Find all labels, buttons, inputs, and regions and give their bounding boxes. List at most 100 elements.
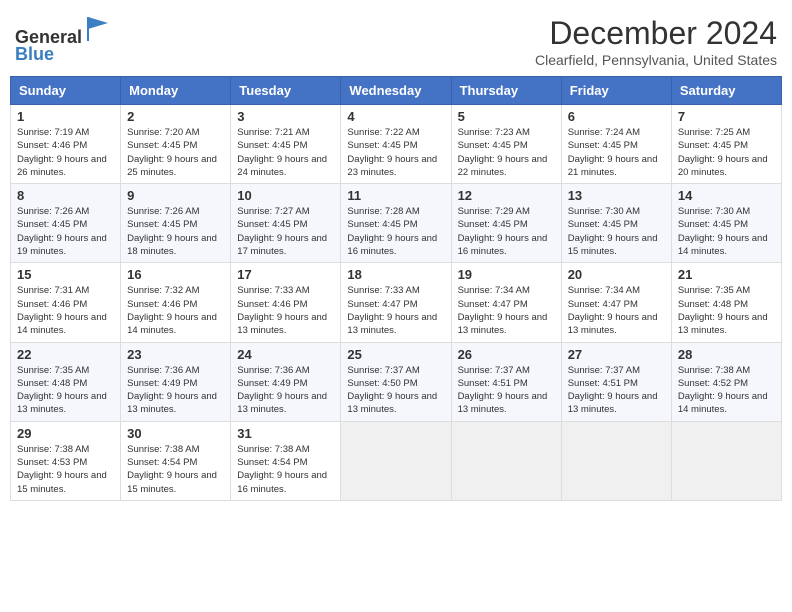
col-header-saturday: Saturday xyxy=(671,77,781,105)
day-number: 26 xyxy=(458,347,555,362)
day-number: 7 xyxy=(678,109,775,124)
day-info: Sunrise: 7:23 AMSunset: 4:45 PMDaylight:… xyxy=(458,126,555,179)
day-info: Sunrise: 7:24 AMSunset: 4:45 PMDaylight:… xyxy=(568,126,665,179)
calendar-cell: 12 Sunrise: 7:29 AMSunset: 4:45 PMDayligh… xyxy=(451,184,561,263)
calendar-cell: 14 Sunrise: 7:30 AMSunset: 4:45 PMDayligh… xyxy=(671,184,781,263)
day-info: Sunrise: 7:38 AMSunset: 4:54 PMDaylight:… xyxy=(127,443,224,496)
day-info: Sunrise: 7:34 AMSunset: 4:47 PMDaylight:… xyxy=(458,284,555,337)
day-info: Sunrise: 7:21 AMSunset: 4:45 PMDaylight:… xyxy=(237,126,334,179)
day-info: Sunrise: 7:30 AMSunset: 4:45 PMDaylight:… xyxy=(678,205,775,258)
day-number: 28 xyxy=(678,347,775,362)
calendar-cell: 11 Sunrise: 7:28 AMSunset: 4:45 PMDayligh… xyxy=(341,184,451,263)
day-info: Sunrise: 7:19 AMSunset: 4:46 PMDaylight:… xyxy=(17,126,114,179)
day-info: Sunrise: 7:35 AMSunset: 4:48 PMDaylight:… xyxy=(678,284,775,337)
calendar-cell: 20 Sunrise: 7:34 AMSunset: 4:47 PMDayligh… xyxy=(561,263,671,342)
day-number: 19 xyxy=(458,267,555,282)
calendar-cell: 24 Sunrise: 7:36 AMSunset: 4:49 PMDayligh… xyxy=(231,342,341,421)
logo-flag-icon xyxy=(84,15,112,43)
location-subtitle: Clearfield, Pennsylvania, United States xyxy=(535,52,777,68)
calendar-cell xyxy=(451,421,561,500)
calendar-cell: 5 Sunrise: 7:23 AMSunset: 4:45 PMDaylight… xyxy=(451,105,561,184)
day-info: Sunrise: 7:20 AMSunset: 4:45 PMDaylight:… xyxy=(127,126,224,179)
day-number: 23 xyxy=(127,347,224,362)
logo: General Blue xyxy=(15,15,112,65)
day-info: Sunrise: 7:27 AMSunset: 4:45 PMDaylight:… xyxy=(237,205,334,258)
day-info: Sunrise: 7:28 AMSunset: 4:45 PMDaylight:… xyxy=(347,205,444,258)
calendar-cell xyxy=(671,421,781,500)
calendar-header-row: SundayMondayTuesdayWednesdayThursdayFrid… xyxy=(11,77,782,105)
day-number: 25 xyxy=(347,347,444,362)
day-number: 1 xyxy=(17,109,114,124)
day-number: 4 xyxy=(347,109,444,124)
day-info: Sunrise: 7:38 AMSunset: 4:52 PMDaylight:… xyxy=(678,364,775,417)
calendar-cell: 26 Sunrise: 7:37 AMSunset: 4:51 PMDayligh… xyxy=(451,342,561,421)
calendar-cell: 30 Sunrise: 7:38 AMSunset: 4:54 PMDayligh… xyxy=(121,421,231,500)
day-number: 11 xyxy=(347,188,444,203)
day-info: Sunrise: 7:37 AMSunset: 4:50 PMDaylight:… xyxy=(347,364,444,417)
day-number: 30 xyxy=(127,426,224,441)
calendar-cell: 27 Sunrise: 7:37 AMSunset: 4:51 PMDayligh… xyxy=(561,342,671,421)
calendar-cell: 15Sunrise: 7:31 AMSunset: 4:46 PMDayligh… xyxy=(11,263,121,342)
day-number: 10 xyxy=(237,188,334,203)
day-info: Sunrise: 7:26 AMSunset: 4:45 PMDaylight:… xyxy=(127,205,224,258)
calendar-cell: 21 Sunrise: 7:35 AMSunset: 4:48 PMDayligh… xyxy=(671,263,781,342)
day-number: 24 xyxy=(237,347,334,362)
calendar-cell: 31Sunrise: 7:38 AMSunset: 4:54 PMDayligh… xyxy=(231,421,341,500)
col-header-thursday: Thursday xyxy=(451,77,561,105)
day-number: 3 xyxy=(237,109,334,124)
calendar-cell: 28 Sunrise: 7:38 AMSunset: 4:52 PMDayligh… xyxy=(671,342,781,421)
day-info: Sunrise: 7:37 AMSunset: 4:51 PMDaylight:… xyxy=(568,364,665,417)
calendar-cell xyxy=(561,421,671,500)
calendar-cell: 3 Sunrise: 7:21 AMSunset: 4:45 PMDaylight… xyxy=(231,105,341,184)
calendar-week-row: 8Sunrise: 7:26 AMSunset: 4:45 PMDaylight… xyxy=(11,184,782,263)
calendar-cell: 23 Sunrise: 7:36 AMSunset: 4:49 PMDayligh… xyxy=(121,342,231,421)
day-number: 9 xyxy=(127,188,224,203)
calendar-cell: 6 Sunrise: 7:24 AMSunset: 4:45 PMDaylight… xyxy=(561,105,671,184)
col-header-friday: Friday xyxy=(561,77,671,105)
page-header: General Blue December 2024 Clearfield, P… xyxy=(10,10,782,68)
day-number: 5 xyxy=(458,109,555,124)
day-info: Sunrise: 7:29 AMSunset: 4:45 PMDaylight:… xyxy=(458,205,555,258)
calendar-cell: 13 Sunrise: 7:30 AMSunset: 4:45 PMDayligh… xyxy=(561,184,671,263)
day-number: 12 xyxy=(458,188,555,203)
day-info: Sunrise: 7:38 AMSunset: 4:53 PMDaylight:… xyxy=(17,443,114,496)
day-info: Sunrise: 7:22 AMSunset: 4:45 PMDaylight:… xyxy=(347,126,444,179)
day-info: Sunrise: 7:26 AMSunset: 4:45 PMDaylight:… xyxy=(17,205,114,258)
day-info: Sunrise: 7:33 AMSunset: 4:47 PMDaylight:… xyxy=(347,284,444,337)
day-number: 21 xyxy=(678,267,775,282)
day-info: Sunrise: 7:34 AMSunset: 4:47 PMDaylight:… xyxy=(568,284,665,337)
day-number: 16 xyxy=(127,267,224,282)
day-info: Sunrise: 7:35 AMSunset: 4:48 PMDaylight:… xyxy=(17,364,114,417)
day-number: 27 xyxy=(568,347,665,362)
day-info: Sunrise: 7:36 AMSunset: 4:49 PMDaylight:… xyxy=(127,364,224,417)
calendar-cell: 8Sunrise: 7:26 AMSunset: 4:45 PMDaylight… xyxy=(11,184,121,263)
calendar-cell: 16 Sunrise: 7:32 AMSunset: 4:46 PMDayligh… xyxy=(121,263,231,342)
day-info: Sunrise: 7:38 AMSunset: 4:54 PMDaylight:… xyxy=(237,443,334,496)
day-number: 14 xyxy=(678,188,775,203)
day-info: Sunrise: 7:37 AMSunset: 4:51 PMDaylight:… xyxy=(458,364,555,417)
calendar-cell: 19 Sunrise: 7:34 AMSunset: 4:47 PMDayligh… xyxy=(451,263,561,342)
day-number: 18 xyxy=(347,267,444,282)
day-number: 20 xyxy=(568,267,665,282)
calendar-cell: 7 Sunrise: 7:25 AMSunset: 4:45 PMDaylight… xyxy=(671,105,781,184)
calendar-cell: 17Sunrise: 7:33 AMSunset: 4:46 PMDayligh… xyxy=(231,263,341,342)
calendar-week-row: 29 Sunrise: 7:38 AMSunset: 4:53 PMDayligh… xyxy=(11,421,782,500)
day-number: 29 xyxy=(17,426,114,441)
day-info: Sunrise: 7:30 AMSunset: 4:45 PMDaylight:… xyxy=(568,205,665,258)
calendar-table: SundayMondayTuesdayWednesdayThursdayFrid… xyxy=(10,76,782,501)
day-number: 13 xyxy=(568,188,665,203)
calendar-week-row: 22Sunrise: 7:35 AMSunset: 4:48 PMDayligh… xyxy=(11,342,782,421)
col-header-monday: Monday xyxy=(121,77,231,105)
day-info: Sunrise: 7:25 AMSunset: 4:45 PMDaylight:… xyxy=(678,126,775,179)
col-header-sunday: Sunday xyxy=(11,77,121,105)
calendar-cell: 9 Sunrise: 7:26 AMSunset: 4:45 PMDaylight… xyxy=(121,184,231,263)
calendar-cell xyxy=(341,421,451,500)
day-info: Sunrise: 7:36 AMSunset: 4:49 PMDaylight:… xyxy=(237,364,334,417)
col-header-tuesday: Tuesday xyxy=(231,77,341,105)
col-header-wednesday: Wednesday xyxy=(341,77,451,105)
day-number: 6 xyxy=(568,109,665,124)
calendar-cell: 29 Sunrise: 7:38 AMSunset: 4:53 PMDayligh… xyxy=(11,421,121,500)
calendar-cell: 25 Sunrise: 7:37 AMSunset: 4:50 PMDayligh… xyxy=(341,342,451,421)
day-info: Sunrise: 7:31 AMSunset: 4:46 PMDaylight:… xyxy=(17,284,114,337)
day-info: Sunrise: 7:32 AMSunset: 4:46 PMDaylight:… xyxy=(127,284,224,337)
